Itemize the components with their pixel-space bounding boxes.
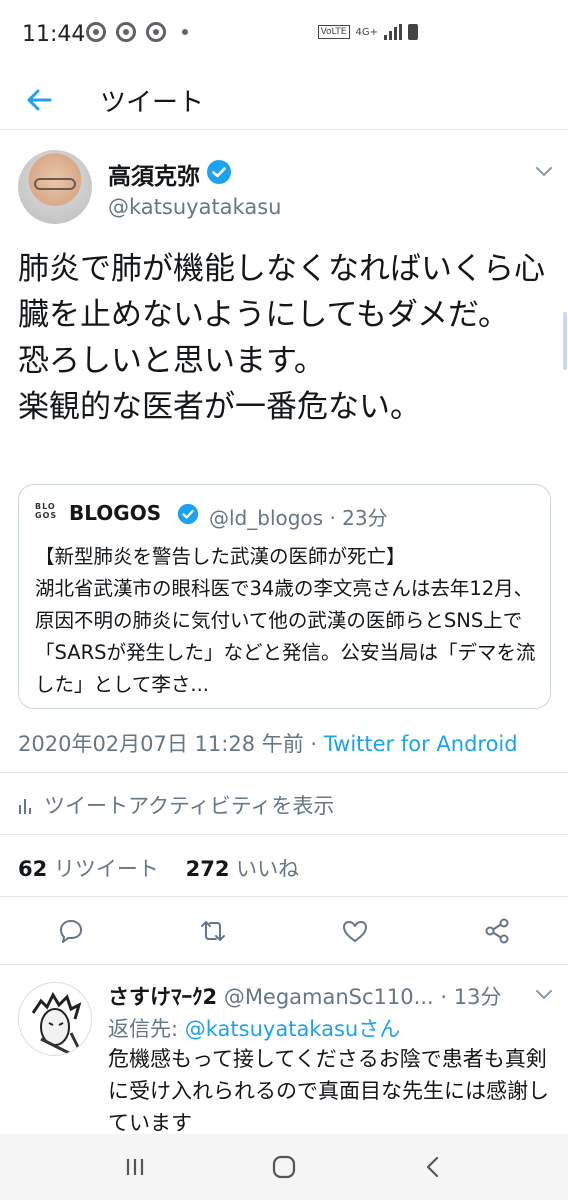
status-bar: 11:44 VoLTE 4G+ bbox=[0, 0, 568, 70]
reply-author-avatar[interactable] bbox=[18, 982, 92, 1056]
quoted-tweet-card[interactable]: BLO GOS BLOGOS @ld_blogos · 23分 【新型肺炎を警告… bbox=[18, 484, 551, 709]
verified-badge-icon bbox=[177, 503, 199, 525]
reply-time: · 13分 bbox=[440, 985, 502, 1009]
retweet-icon[interactable] bbox=[198, 916, 228, 946]
chrome-icon bbox=[86, 22, 106, 42]
bar-chart-icon bbox=[19, 799, 31, 814]
retweet-stat[interactable]: 62 リツイート bbox=[18, 857, 159, 881]
reply-to-prefix: 返信先: bbox=[108, 1017, 185, 1041]
home-icon[interactable] bbox=[269, 1152, 299, 1182]
notification-icons bbox=[86, 22, 188, 42]
battery-icon bbox=[408, 24, 418, 40]
reply-icon[interactable] bbox=[56, 916, 86, 946]
like-icon[interactable] bbox=[340, 916, 370, 946]
volte-icon: VoLTE bbox=[317, 25, 350, 39]
divider bbox=[0, 896, 568, 897]
more-notifications-icon bbox=[182, 29, 188, 35]
tweet-text: 肺炎で肺が機能しなくなればいくら心臓を止めないようにしてもダメだ。 恐ろしいと思… bbox=[18, 246, 558, 430]
divider bbox=[0, 772, 568, 773]
chrome-icon bbox=[116, 22, 136, 42]
retweet-label: リツイート bbox=[53, 857, 159, 881]
system-icons: VoLTE 4G+ bbox=[317, 24, 418, 40]
status-time: 11:44 bbox=[22, 22, 86, 47]
logo-bottom-text: GOS bbox=[35, 511, 58, 520]
avatar-glasses bbox=[34, 178, 76, 190]
reply-to-line: 返信先: @katsuyatakasuさん bbox=[108, 1013, 400, 1043]
share-icon[interactable] bbox=[482, 916, 512, 946]
like-stat[interactable]: 272 いいね bbox=[186, 857, 300, 881]
author-name[interactable]: 高須克弥 bbox=[108, 157, 200, 191]
reply-avatar-illustration bbox=[31, 991, 82, 1055]
tweet-stats: 62 リツイート 272 いいね bbox=[18, 853, 299, 883]
page-title: ツイート bbox=[100, 88, 205, 118]
back-icon[interactable] bbox=[418, 1152, 448, 1182]
logo-top-text: BLO bbox=[35, 502, 56, 511]
signal-icon bbox=[384, 24, 402, 40]
system-nav-bar bbox=[0, 1134, 568, 1200]
chevron-down-icon[interactable] bbox=[534, 165, 554, 179]
timestamp-text: 2020年02月07日 11:28 午前 · bbox=[18, 732, 324, 756]
quoted-tweet-text: 【新型肺炎を警告した武漢の医師が死亡】 湖北省武漢市の眼科医で34歳の李文亮さん… bbox=[35, 545, 536, 696]
like-count: 272 bbox=[185, 857, 230, 881]
chevron-down-icon[interactable] bbox=[534, 988, 554, 1002]
app-bar: ツイート bbox=[0, 70, 568, 130]
reply-header: さすけﾏｰｸ2 @MegamanSc110... · 13分 bbox=[108, 981, 501, 1011]
tweet-text-content: 肺炎で肺が機能しなくなればいくら心臓を止めないようにしてもダメだ。 恐ろしいと思… bbox=[18, 251, 545, 425]
retweet-count: 62 bbox=[18, 857, 48, 881]
like-label: いいね bbox=[236, 857, 300, 881]
reply-author-name[interactable]: さすけﾏｰｸ2 bbox=[108, 985, 217, 1009]
blogos-logo: BLO GOS bbox=[35, 502, 57, 520]
tweet-timestamp: 2020年02月07日 11:28 午前 · Twitter for Andro… bbox=[18, 728, 518, 758]
author-avatar[interactable] bbox=[18, 150, 92, 224]
divider bbox=[0, 964, 568, 965]
chrome-icon bbox=[146, 22, 166, 42]
back-arrow-icon[interactable] bbox=[22, 82, 58, 118]
verified-badge-icon bbox=[207, 160, 231, 184]
recents-icon[interactable] bbox=[120, 1152, 150, 1182]
quoted-author-name: BLOGOS bbox=[69, 501, 162, 525]
reply-author-handle[interactable]: @MegamanSc110... bbox=[224, 985, 434, 1009]
author-handle[interactable]: @katsuyatakasu bbox=[108, 195, 281, 219]
source-link[interactable]: Twitter for Android bbox=[324, 732, 518, 756]
reply-to-mention[interactable]: @katsuyatakasuさん bbox=[185, 1017, 400, 1041]
activity-label: ツイートアクティビティを表示 bbox=[44, 794, 335, 818]
tweet-activity-link[interactable]: ツイートアクティビティを表示 bbox=[18, 790, 334, 820]
network-type: 4G+ bbox=[355, 26, 379, 38]
divider bbox=[0, 834, 568, 835]
quoted-handle-time: @ld_blogos · 23分 bbox=[209, 506, 388, 530]
scrollbar[interactable] bbox=[563, 312, 567, 370]
reply-text: 危機感もって接してくださるお陰で患者も真剣に受け入れられるので真面目な先生には感… bbox=[108, 1047, 549, 1135]
